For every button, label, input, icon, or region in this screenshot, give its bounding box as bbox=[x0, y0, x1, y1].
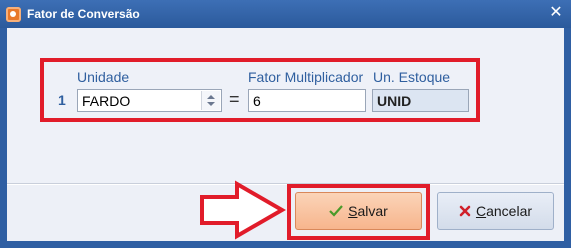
title-bar: Fator de Conversão ✕ bbox=[0, 0, 571, 28]
form-highlight-box bbox=[40, 58, 480, 122]
window-title: Fator de Conversão bbox=[27, 7, 140, 21]
arrow-right-icon bbox=[200, 180, 286, 240]
check-icon bbox=[329, 205, 343, 217]
salvar-button[interactable]: Salvar bbox=[295, 192, 422, 230]
dialog-window: Fator de Conversão ✕ Unidade Fator Multi… bbox=[0, 0, 571, 248]
close-icon[interactable]: ✕ bbox=[548, 5, 564, 21]
cancelar-label: ancelar bbox=[486, 203, 533, 219]
app-icon bbox=[6, 7, 21, 22]
x-icon bbox=[459, 205, 471, 217]
salvar-label: alvar bbox=[357, 203, 388, 219]
cancelar-hotkey: C bbox=[475, 203, 487, 219]
cancelar-button[interactable]: Cancelar bbox=[437, 192, 554, 230]
